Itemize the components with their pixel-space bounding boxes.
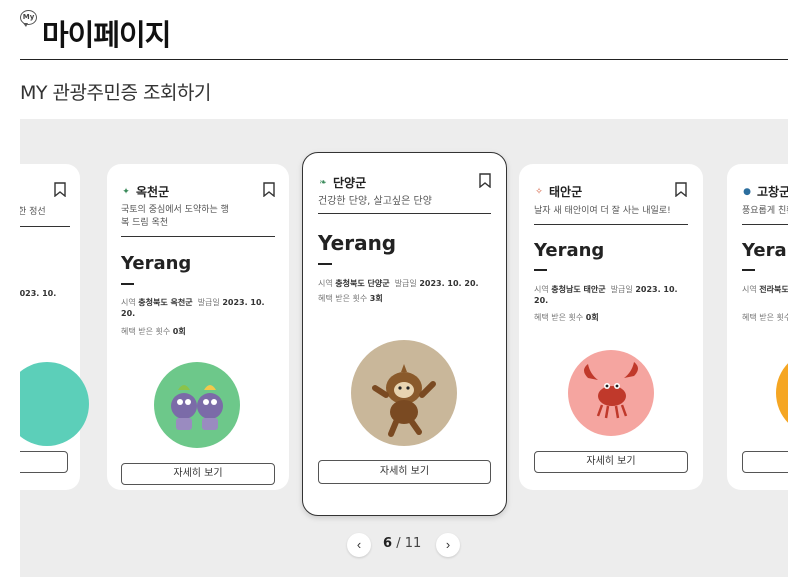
card-region-name: 고창군 [757, 185, 788, 199]
card-benefit-count: 혜택 받은 횟수 0회 [121, 327, 186, 336]
tourist-card-taean[interactable]: ✧ 태안군 날자 새 태안이여 더 잘 사는 내일로! Yerang 시역 충청… [519, 164, 703, 490]
taean-logo-icon: ✧ [535, 186, 543, 197]
mascot-image [776, 350, 788, 436]
card-info: 시역 충청북도 단양군 발급일 2023. 10. 20. [318, 279, 479, 288]
card-name-dash [534, 269, 547, 271]
pager-prev-button[interactable]: ‹ [347, 533, 371, 557]
okcheon-logo-icon: ✦ [122, 186, 130, 197]
card-region-name: 옥천군 [136, 185, 170, 199]
card-region-name: 단양군 [333, 176, 367, 190]
card-name-dash [318, 263, 332, 265]
card-benefit-label: 혜택 받은 횟수 [742, 313, 788, 322]
tourist-card-okcheon[interactable]: ✦ 옥천군 국토의 중심에서 도약하는 행복 드림 옥천 Yerang 시역 충… [107, 164, 289, 490]
chevron-left-icon: ‹ [356, 537, 362, 552]
detail-button[interactable]: 자세히 보기 [534, 451, 688, 473]
card-divider [742, 224, 788, 225]
card-divider [121, 236, 275, 237]
pager-next-button[interactable]: › [436, 533, 460, 557]
pager-indicator: 6 / 11 [383, 536, 421, 551]
bookmark-icon[interactable] [479, 173, 491, 188]
tourist-card-gochang-partial[interactable]: ● 고창군 풍요롭게 친환 Yerang 시역 전라북도 혜택 받은 횟수 [727, 164, 788, 490]
card-holder-name: Yerang [121, 253, 192, 274]
card-holder-name: Yerang [318, 231, 397, 255]
carousel-pager: ‹ 6 / 11 › [347, 533, 462, 557]
page-title: 마이페이지 [42, 18, 171, 52]
my-badge-icon: My [20, 10, 37, 27]
garlic-mascot-icon [372, 364, 436, 437]
mascot-image [351, 340, 457, 446]
gochang-logo-icon: ● [743, 186, 751, 197]
tourist-card-partial-left[interactable]: 한 정선 2023. 10. [20, 164, 89, 490]
card-info: 시역 충청남도 태안군 발급일 2023. 10. 20. [534, 285, 678, 305]
card-holder-name: Yerang [742, 240, 788, 261]
tourist-card-danyang[interactable]: ❧ 단양군 건강한 단양, 살고싶은 단양 Yerang 시역 충청북도 단양군… [302, 152, 507, 516]
danyang-logo-icon: ❧ [319, 177, 327, 188]
pager-current: 6 [383, 536, 393, 551]
card-info: 시역 충청북도 옥천군 발급일 2023. 10. 20. [121, 298, 265, 318]
detail-button[interactable]: 자세히 보기 [318, 460, 491, 484]
grape-mascot-icon [171, 385, 223, 430]
page-header: My 마이페이지 [20, 8, 788, 60]
card-divider [20, 226, 70, 227]
card-holder-name: Yerang [534, 240, 605, 261]
chevron-right-icon: › [445, 537, 451, 552]
card-slogan: 건강한 단양, 살고싶은 단양 [318, 196, 432, 207]
card-info: 시역 전라북도 [742, 285, 788, 294]
card-issued-date: 2023. 10. [20, 289, 57, 298]
mascot-image [568, 350, 654, 436]
detail-button[interactable]: 자세히 보기 [121, 463, 275, 485]
bookmark-icon[interactable] [675, 182, 687, 197]
card-carousel[interactable]: 한 정선 2023. 10. ✦ 옥천군 국토의 중심에서 도약하는 행복 드림… [20, 119, 788, 577]
detail-button[interactable] [742, 451, 788, 473]
detail-button[interactable] [20, 451, 68, 473]
card-benefit-count: 혜택 받은 횟수 0회 [534, 313, 599, 322]
card-region-name: 태안군 [549, 185, 583, 199]
card-slogan: 국토의 중심에서 도약하는 행복 드림 옥천 [121, 205, 229, 228]
pager-total: 11 [404, 536, 422, 551]
card-name-dash [742, 269, 755, 271]
card-divider [534, 224, 688, 225]
section-title: MY 관광주민증 조회하기 [20, 82, 211, 104]
card-benefit-count: 혜택 받은 횟수 3회 [318, 294, 383, 303]
card-slogan: 한 정선 [20, 207, 46, 217]
bookmark-icon[interactable] [54, 182, 66, 197]
card-name-dash [121, 283, 134, 285]
mascot-image [154, 362, 240, 448]
pager-separator: / [396, 536, 401, 551]
mascot-image [20, 362, 89, 446]
card-divider [318, 213, 491, 214]
card-slogan: 풍요롭게 친환 [742, 206, 788, 216]
card-slogan: 날자 새 태안이여 더 잘 사는 내일로! [534, 206, 671, 216]
bookmark-icon[interactable] [263, 182, 275, 197]
crab-mascot-icon [584, 362, 638, 419]
